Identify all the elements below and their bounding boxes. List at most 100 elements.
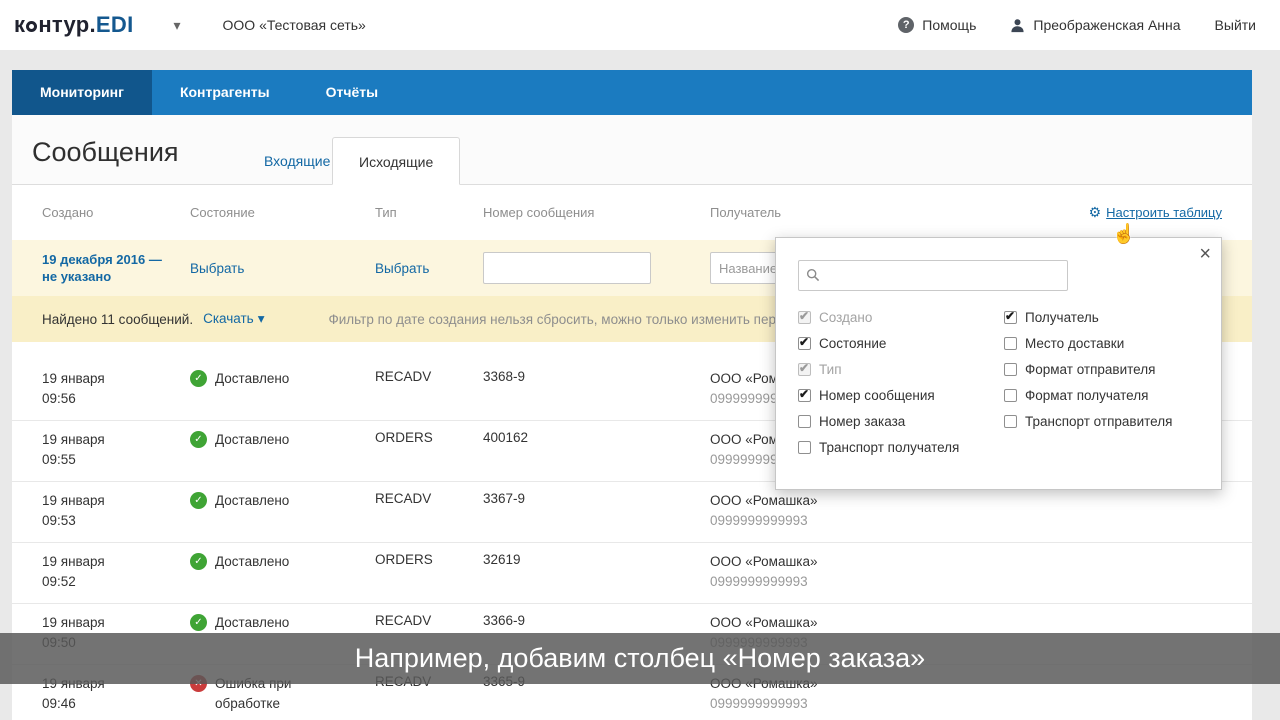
nav-item-monitoring[interactable]: Мониторинг (12, 70, 152, 115)
status-ok-icon (190, 431, 207, 448)
checkbox-label: Получатель (1025, 310, 1099, 325)
cell-status: Доставлено (215, 552, 289, 572)
checkbox-label: Номер сообщения (819, 388, 935, 403)
org-name[interactable]: ООО «Тестовая сеть» (223, 17, 366, 33)
cell-date: 19 января (42, 552, 190, 572)
checkbox-recipient-format[interactable]: Формат получателя (1004, 387, 1201, 403)
kontur-ring-icon (26, 21, 37, 32)
cell-time: 09:52 (42, 572, 190, 592)
cell-number: 3366-9 (483, 613, 710, 628)
help-label: Помощь (922, 17, 976, 33)
configure-table-link[interactable]: Настроить таблицу (1089, 204, 1222, 221)
checkbox-label: Состояние (819, 336, 886, 351)
checkbox-icon[interactable] (798, 337, 811, 350)
state-filter-select[interactable]: Выбрать (190, 261, 244, 276)
checkbox-icon (798, 311, 811, 324)
checkbox-label: Номер заказа (819, 414, 905, 429)
checkbox-icon[interactable] (1004, 389, 1017, 402)
cell-time: 09:46 (42, 694, 190, 714)
col-header-type: Тип (375, 205, 483, 220)
close-icon[interactable]: × (1199, 244, 1211, 264)
status-ok-icon (190, 553, 207, 570)
cell-gln: 0999999999993 (710, 694, 1222, 714)
table-settings-popup: × Создано Состояние Тип Номер сообщения … (775, 237, 1222, 490)
checkbox-icon[interactable] (1004, 311, 1017, 324)
help-link[interactable]: Помощь (898, 17, 976, 33)
status-ok-icon (190, 614, 207, 631)
checkbox-sender-format[interactable]: Формат отправителя (1004, 361, 1201, 377)
download-link[interactable]: Скачать (203, 311, 264, 327)
search-icon (806, 268, 820, 282)
cell-recipient: ООО «Ромашка» (710, 552, 1222, 572)
filter-note: Фильтр по дате создания нельзя сбросить,… (328, 312, 802, 327)
cell-status: Доставлено (215, 613, 289, 633)
checkbox-state[interactable]: Состояние (798, 335, 1004, 351)
cell-gln: 0999999999993 (710, 511, 1222, 531)
cell-number: 400162 (483, 430, 710, 445)
checkbox-order-number[interactable]: Номер заказа (798, 413, 1004, 429)
cell-time: 09:53 (42, 511, 190, 531)
status-ok-icon (190, 492, 207, 509)
checkbox-label: Формат отправителя (1025, 362, 1155, 377)
column-search-input[interactable] (798, 260, 1068, 291)
subtitle-caption: Например, добавим столбец «Номер заказа» (0, 633, 1280, 684)
checkbox-icon[interactable] (1004, 363, 1017, 376)
logo-product: EDI (96, 12, 134, 38)
message-number-filter-input[interactable] (483, 252, 651, 284)
cell-type: RECADV (375, 491, 483, 506)
checkbox-label: Место доставки (1025, 336, 1124, 351)
tab-outgoing[interactable]: Исходящие (332, 137, 460, 185)
date-filter-line1: 19 декабря 2016 — (42, 251, 190, 268)
checkbox-type: Тип (798, 361, 1004, 377)
cell-status: Доставлено (215, 369, 289, 389)
checkbox-icon[interactable] (798, 441, 811, 454)
nav-item-reports[interactable]: Отчёты (298, 70, 406, 115)
date-filter-link[interactable]: 19 декабря 2016 — не указано (42, 251, 190, 285)
cell-number: 32619 (483, 552, 710, 567)
cell-status: Доставлено (215, 491, 289, 511)
col-header-state: Состояние (190, 205, 375, 220)
checkbox-created: Создано (798, 309, 1004, 325)
checkbox-label: Транспорт получателя (819, 440, 959, 455)
checkbox-icon[interactable] (798, 389, 811, 402)
table-header-row: Создано Состояние Тип Номер сообщения По… (12, 185, 1252, 240)
col-header-created: Создано (42, 205, 190, 220)
cell-gln: 0999999999993 (710, 572, 1222, 592)
topbar: кнтур.EDI ООО «Тестовая сеть» Помощь Пре… (0, 0, 1280, 50)
col-header-recipient: Получатель (710, 205, 781, 220)
cell-recipient: ООО «Ромашка» (710, 491, 1222, 511)
mouse-cursor-icon: ☝ (1112, 222, 1136, 246)
user-menu[interactable]: Преображенская Анна (1010, 17, 1180, 33)
checkbox-label: Транспорт отправителя (1025, 414, 1172, 429)
status-ok-icon (190, 370, 207, 387)
table-row[interactable]: 19 января09:52 Доставлено ORDERS 32619 О… (12, 543, 1252, 604)
table-row[interactable]: 19 января09:53 Доставлено RECADV 3367-9 … (12, 482, 1252, 543)
nav-item-counterparties[interactable]: Контрагенты (152, 70, 298, 115)
checkbox-icon[interactable] (1004, 337, 1017, 350)
col-header-message-number: Номер сообщения (483, 205, 710, 220)
checkbox-recipient[interactable]: Получатель (1004, 309, 1201, 325)
main-nav: Мониторинг Контрагенты Отчёты (12, 70, 1252, 115)
page-title: Сообщения (32, 137, 179, 168)
checkbox-icon[interactable] (798, 415, 811, 428)
checkbox-icon (798, 363, 811, 376)
checkbox-label: Тип (819, 362, 842, 377)
type-filter-select[interactable]: Выбрать (375, 261, 429, 276)
date-filter-line2: не указано (42, 268, 190, 285)
checkbox-delivery-place[interactable]: Место доставки (1004, 335, 1201, 351)
checkbox-icon[interactable] (1004, 415, 1017, 428)
checkbox-sender-transport[interactable]: Транспорт отправителя (1004, 413, 1201, 429)
found-count: Найдено 11 сообщений. (42, 312, 193, 327)
user-name: Преображенская Анна (1033, 17, 1180, 33)
checkbox-label: Создано (819, 310, 872, 325)
org-dropdown-chevron-icon[interactable] (164, 11, 191, 40)
cell-time: 09:56 (42, 389, 190, 409)
cell-date: 19 января (42, 369, 190, 389)
cell-type: ORDERS (375, 430, 483, 445)
logout-button[interactable]: Выйти (1215, 17, 1256, 33)
cell-type: ORDERS (375, 552, 483, 567)
logo-text-ntur: нтур. (38, 12, 96, 38)
checkbox-recipient-transport[interactable]: Транспорт получателя (798, 439, 1004, 455)
checkbox-message-number[interactable]: Номер сообщения (798, 387, 1004, 403)
cell-number: 3367-9 (483, 491, 710, 506)
